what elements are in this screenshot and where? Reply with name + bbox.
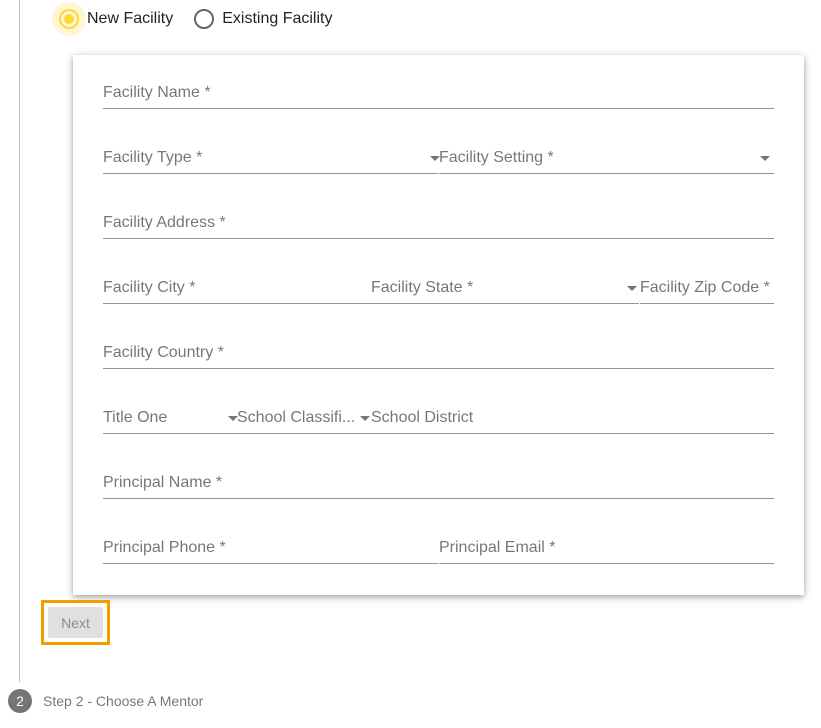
caret-down-icon [360,416,370,421]
title-one-label: Title One [103,409,168,426]
facility-setting-select[interactable]: Facility Setting * [439,129,774,174]
radio-existing-facility[interactable]: Existing Facility [187,2,332,36]
facility-zip-input[interactable]: Facility Zip Code * [640,259,774,304]
facility-type-radio-group: New Facility Existing Facility [52,2,346,36]
principal-email-label: Principal Email * [439,539,556,556]
caret-down-icon [760,156,770,161]
radio-checked-icon[interactable] [59,9,79,29]
facility-zip-label: Facility Zip Code * [640,279,770,296]
step-label: Step 2 - Choose A Mentor [43,693,204,709]
principal-phone-label: Principal Phone * [103,539,226,556]
registration-page: New Facility Existing Facility Facility … [0,0,821,728]
radio-focus-halo [52,2,86,36]
school-classification-select[interactable]: School Classifi... [237,389,371,434]
facility-setting-label: Facility Setting * [439,149,554,166]
radio-new-facility[interactable]: New Facility [52,2,173,36]
school-district-label: School District [371,409,474,426]
facility-type-select[interactable]: Facility Type * [103,129,440,174]
facility-city-label: Facility City * [103,279,196,296]
principal-name-input[interactable]: Principal Name * [103,454,774,499]
school-classification-label: School Classifi... [237,409,356,426]
radio-label-new-facility[interactable]: New Facility [87,10,173,28]
principal-email-input[interactable]: Principal Email * [439,519,774,564]
facility-country-label: Facility Country * [103,344,224,361]
caret-down-icon [627,286,637,291]
radio-unchecked-icon[interactable] [194,9,215,29]
principal-phone-input[interactable]: Principal Phone * [103,519,438,564]
step-number-badge: 2 [8,689,32,713]
facility-address-label: Facility Address * [103,214,226,231]
title-one-select[interactable]: Title One [103,389,238,434]
facility-state-label: Facility State * [371,279,474,296]
next-button[interactable]: Next [48,607,103,638]
facility-city-input[interactable]: Facility City * [103,259,371,304]
radio-dot [64,14,74,24]
facility-form-card: Facility Name * Facility Type * Facility… [73,55,804,595]
school-district-input[interactable]: School District [371,389,774,434]
radio-label-existing-facility[interactable]: Existing Facility [222,10,332,28]
stepper-connector-line [19,0,20,682]
facility-address-input[interactable]: Facility Address * [103,194,774,239]
facility-name-input[interactable]: Facility Name * [103,64,774,109]
facility-state-select[interactable]: Facility State * [371,259,639,304]
facility-country-input[interactable]: Facility Country * [103,324,774,369]
facility-type-label: Facility Type * [103,149,203,166]
stepper-step-2[interactable]: 2 Step 2 - Choose A Mentor [8,689,203,713]
principal-name-label: Principal Name * [103,474,223,491]
next-button-highlight: Next [41,600,110,645]
radio-halo [187,2,221,36]
facility-name-label: Facility Name * [103,84,211,101]
